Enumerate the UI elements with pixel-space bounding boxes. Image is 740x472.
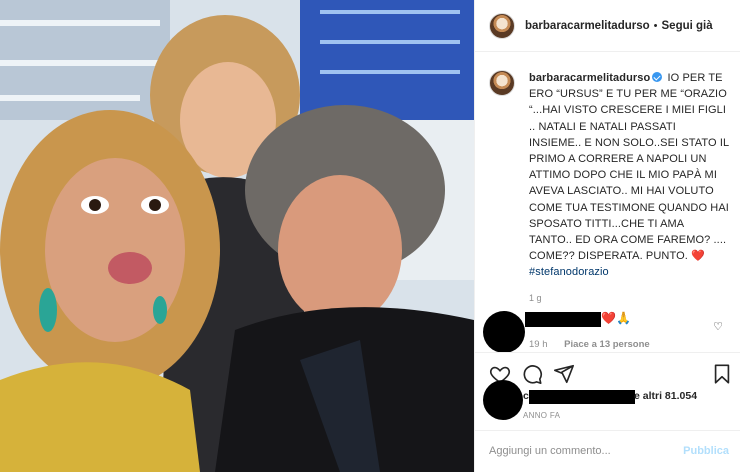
header-separator: •: [653, 19, 658, 32]
liker-avatar-redacted[interactable]: [483, 380, 523, 420]
author-avatar[interactable]: [489, 12, 515, 39]
photo-illustration: [0, 0, 474, 472]
publish-button[interactable]: Pubblica: [683, 445, 729, 457]
caption-heart-emoji: ❤️: [691, 250, 705, 263]
likes-prefix: c: [523, 390, 529, 402]
caption-body: IO PER TE ERO “URSUS” E TU PER ME “ORAZI…: [529, 72, 729, 263]
caption-username[interactable]: barbaracarmelitadurso: [529, 72, 650, 84]
post-caption: barbaracarmelitadurso IO PER TE ERO “URS…: [489, 70, 729, 303]
post-date: ANNO FA: [523, 411, 561, 420]
comment-time: 19 h: [529, 339, 548, 350]
post-photo[interactable]: [0, 0, 474, 472]
comment-meta: 19 h Piace a 13 persone: [529, 339, 650, 350]
comment-like-icon[interactable]: ♡: [713, 320, 723, 333]
author-username[interactable]: barbaracarmelitadurso: [525, 20, 650, 32]
comment-input[interactable]: Aggiungi un commento...: [489, 445, 611, 457]
likes-count[interactable]: e altri 81.054: [634, 390, 697, 402]
caption-text: barbaracarmelitadurso IO PER TE ERO “URS…: [529, 70, 729, 281]
comment-likes-count[interactable]: Piace a 13 persone: [564, 339, 650, 350]
post-sidebar: barbaracarmelitadurso • Segui già barbar…: [474, 0, 740, 472]
caption-timestamp: 1 g: [529, 292, 542, 303]
likes-row: c e altri 81.054 ANNO FA: [475, 378, 740, 424]
liker-name-redacted: [529, 390, 635, 404]
caption-avatar[interactable]: [489, 70, 515, 96]
commenter-avatar-redacted[interactable]: [483, 311, 525, 353]
hashtag-link[interactable]: #stefanodorazio: [529, 266, 609, 278]
add-comment-bar: Aggiungi un commento... Pubblica: [475, 430, 740, 472]
following-button[interactable]: Segui già: [662, 20, 713, 32]
comment-emoji: ❤️🙏: [601, 311, 631, 325]
comment-row: ❤️🙏 ♡ 19 h Piace a 13 persone: [475, 310, 740, 353]
post-header: barbaracarmelitadurso • Segui già: [475, 0, 740, 52]
commenter-text-redacted: [525, 312, 601, 327]
verified-badge-icon: [652, 72, 663, 82]
